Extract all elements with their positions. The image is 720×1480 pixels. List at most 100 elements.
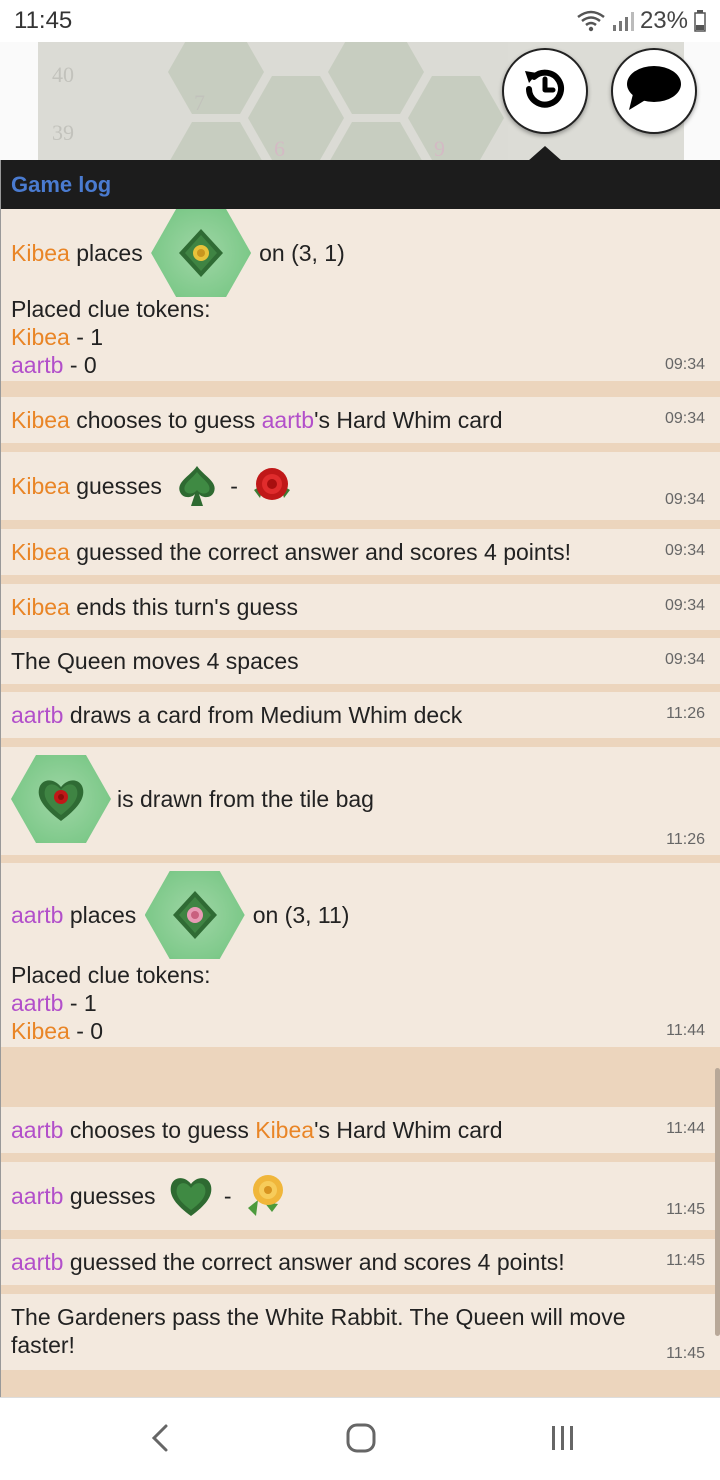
player-name: aartb	[11, 702, 64, 728]
log-entry: Kibea guesses - 09:34	[1, 452, 720, 520]
clue-value: - 0	[69, 1018, 104, 1044]
red-rose-heart-tile-icon	[11, 755, 111, 843]
log-timestamp: 11:45	[666, 1345, 705, 1362]
board-hex	[408, 76, 504, 160]
log-timestamp: 09:34	[664, 356, 705, 373]
player-name: Kibea	[11, 324, 70, 350]
log-entry: Kibea places on (3, 1) Placed clue token…	[1, 209, 720, 381]
log-separator: -	[223, 1183, 232, 1209]
log-text: 's Hard Whim card	[314, 407, 503, 433]
wifi-icon	[576, 10, 606, 32]
log-timestamp: 11:26	[666, 705, 705, 722]
log-text: is drawn from the tile bag	[117, 786, 374, 812]
log-entry: aartb places on (3, 11) Placed clue toke…	[1, 863, 720, 1047]
history-icon	[517, 61, 573, 122]
heart-hedge-icon	[168, 1174, 214, 1218]
log-text: on (3, 11)	[252, 902, 350, 928]
log-entry: aartb guesses - 11:45	[1, 1162, 720, 1230]
log-timestamp: 11:44	[666, 1022, 705, 1039]
board-number: 40	[52, 62, 74, 87]
log-text: The Gardeners pass the White Rabbit. The…	[11, 1304, 626, 1358]
pink-rose-tile-icon	[144, 871, 245, 959]
status-time: 11:45	[14, 7, 73, 34]
log-entry: The Gardeners pass the White Rabbit. The…	[1, 1294, 720, 1370]
log-text: 's Hard Whim card	[314, 1117, 503, 1143]
player-name: Kibea	[11, 473, 70, 499]
player-name: aartb	[11, 1117, 64, 1143]
signal-icon	[612, 10, 634, 32]
panel-title: Game log	[11, 171, 112, 197]
clue-value: - 1	[63, 990, 97, 1016]
battery-percent: 23%	[639, 7, 688, 34]
home-icon	[345, 1422, 377, 1459]
log-text: The Queen moves 4 spaces	[11, 648, 299, 674]
board-surface: 40 39 7 6 9	[38, 42, 684, 160]
log-timestamp: 09:34	[664, 597, 705, 614]
player-name: Kibea	[11, 1018, 70, 1044]
chat-button[interactable]	[611, 48, 697, 134]
spade-hedge-icon	[174, 464, 220, 508]
player-name: aartb	[11, 990, 64, 1016]
red-rose-icon	[248, 464, 296, 508]
log-entry: Kibea chooses to guess aartb's Hard Whim…	[1, 397, 720, 443]
battery-icon	[694, 10, 706, 32]
history-button[interactable]	[502, 48, 588, 134]
log-entry: aartb draws a card from Medium Whim deck…	[1, 692, 720, 738]
clue-tokens-block: Placed clue tokens: aartb - 1 Kibea - 0	[11, 961, 210, 1045]
log-entry: Kibea guessed the correct answer and sco…	[1, 529, 720, 575]
player-name: aartb	[261, 407, 315, 433]
player-name: aartb	[11, 352, 64, 378]
game-log-panel: Game log Kibea places on (3, 1) Placed c…	[0, 160, 720, 1397]
clue-value: - 0	[63, 352, 97, 378]
scrollbar[interactable]	[715, 1068, 720, 1336]
board-number: 9	[434, 136, 445, 160]
yellow-rose-tile-icon	[151, 209, 252, 297]
clue-label: Placed clue tokens:	[11, 962, 211, 988]
board-number: 6	[274, 136, 285, 160]
log-timestamp: 09:34	[664, 410, 705, 427]
player-name: aartb	[11, 1249, 64, 1275]
player-name: aartb	[11, 902, 64, 928]
log-text: chooses to guess	[63, 1117, 256, 1143]
board-hex	[328, 122, 424, 160]
log-text: guesses	[69, 473, 169, 499]
log-text: chooses to guess	[69, 407, 262, 433]
log-timestamp: 11:26	[666, 831, 705, 848]
board-hex	[168, 122, 264, 160]
board-number: 39	[52, 120, 74, 145]
log-text: on (3, 1)	[259, 240, 345, 266]
log-timestamp: 09:34	[664, 491, 705, 508]
board-hex	[328, 42, 424, 114]
chevron-left-icon	[149, 1423, 171, 1458]
player-name: Kibea	[255, 1117, 315, 1143]
log-timestamp: 11:44	[666, 1120, 705, 1137]
log-text: ends this turn's guess	[69, 594, 298, 620]
clue-label: Placed clue tokens:	[11, 296, 211, 322]
log-entry: aartb guessed the correct answer and sco…	[1, 1239, 720, 1285]
log-separator: -	[230, 473, 238, 499]
recents-button[interactable]	[533, 1418, 593, 1462]
log-entry: The Queen moves 4 spaces 09:34	[1, 638, 720, 684]
back-button[interactable]	[130, 1418, 190, 1462]
player-name: Kibea	[11, 594, 70, 620]
log-text: guessed the correct answer and scores 4 …	[63, 1249, 565, 1275]
home-button[interactable]	[331, 1418, 391, 1462]
status-bar: 11:45 23%	[0, 0, 720, 42]
board-hex	[168, 42, 264, 114]
status-icons: 23%	[576, 7, 706, 35]
log-text: draws a card from Medium Whim deck	[63, 702, 463, 728]
player-name: Kibea	[11, 407, 70, 433]
log-text: places	[63, 902, 143, 928]
clue-tokens-block: Placed clue tokens: Kibea - 1 aartb - 0	[11, 295, 210, 379]
player-name: Kibea	[11, 539, 70, 565]
log-text: places	[69, 240, 150, 266]
log-timestamp: 11:45	[666, 1201, 705, 1218]
log-entry: Kibea ends this turn's guess 09:34	[1, 584, 720, 630]
log-timestamp: 09:34	[664, 651, 705, 668]
log-entry: is drawn from the tile bag 11:26	[1, 747, 720, 855]
popover-caret	[528, 146, 562, 161]
log-text: guesses	[63, 1183, 162, 1209]
game-log-header: Game log	[1, 160, 720, 209]
system-nav-bar	[0, 1397, 720, 1480]
log-timestamp: 11:45	[666, 1252, 705, 1269]
